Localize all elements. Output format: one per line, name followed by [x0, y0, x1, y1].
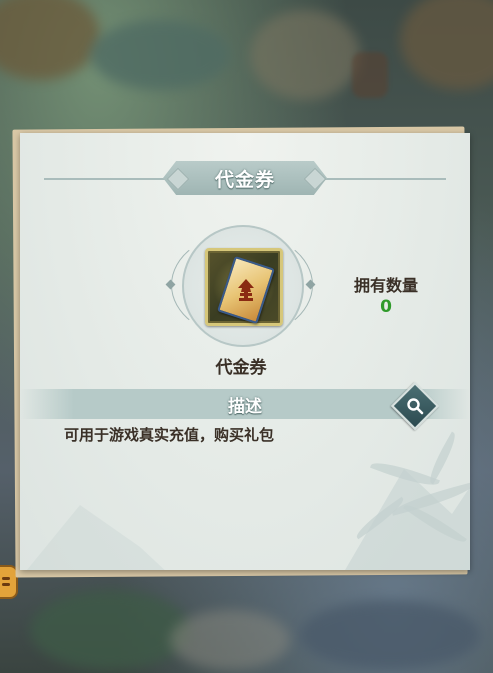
- game-screen: 代金券 代金券 拥有数量 0 描述 可用于游戏真实充值，购买礼包: [0, 0, 493, 673]
- background-scenery: [400, 0, 493, 90]
- dialog-title: 代金券: [214, 168, 275, 191]
- background-scenery: [90, 20, 230, 90]
- owned-quantity-label: 拥有数量: [353, 276, 418, 295]
- background-scenery: [30, 590, 190, 670]
- background-character: [352, 52, 388, 98]
- ink-mountain-decoration: [20, 505, 200, 570]
- item-slot: [205, 248, 283, 326]
- item-name: 代金券: [215, 358, 267, 378]
- background-scenery: [300, 600, 480, 670]
- owned-quantity-value: 0: [380, 297, 392, 317]
- background-scenery: [250, 10, 360, 100]
- voucher-ticket-icon: [217, 255, 275, 325]
- background-scenery: [0, 0, 100, 80]
- item-info-dialog: 代金券 代金券 拥有数量 0 描述 可用于游戏真实充值，购买礼包: [20, 133, 470, 570]
- description-header: 描述: [228, 396, 262, 417]
- background-scenery: [170, 610, 290, 670]
- description-text: 可用于游戏真实充值，购买礼包: [64, 426, 275, 444]
